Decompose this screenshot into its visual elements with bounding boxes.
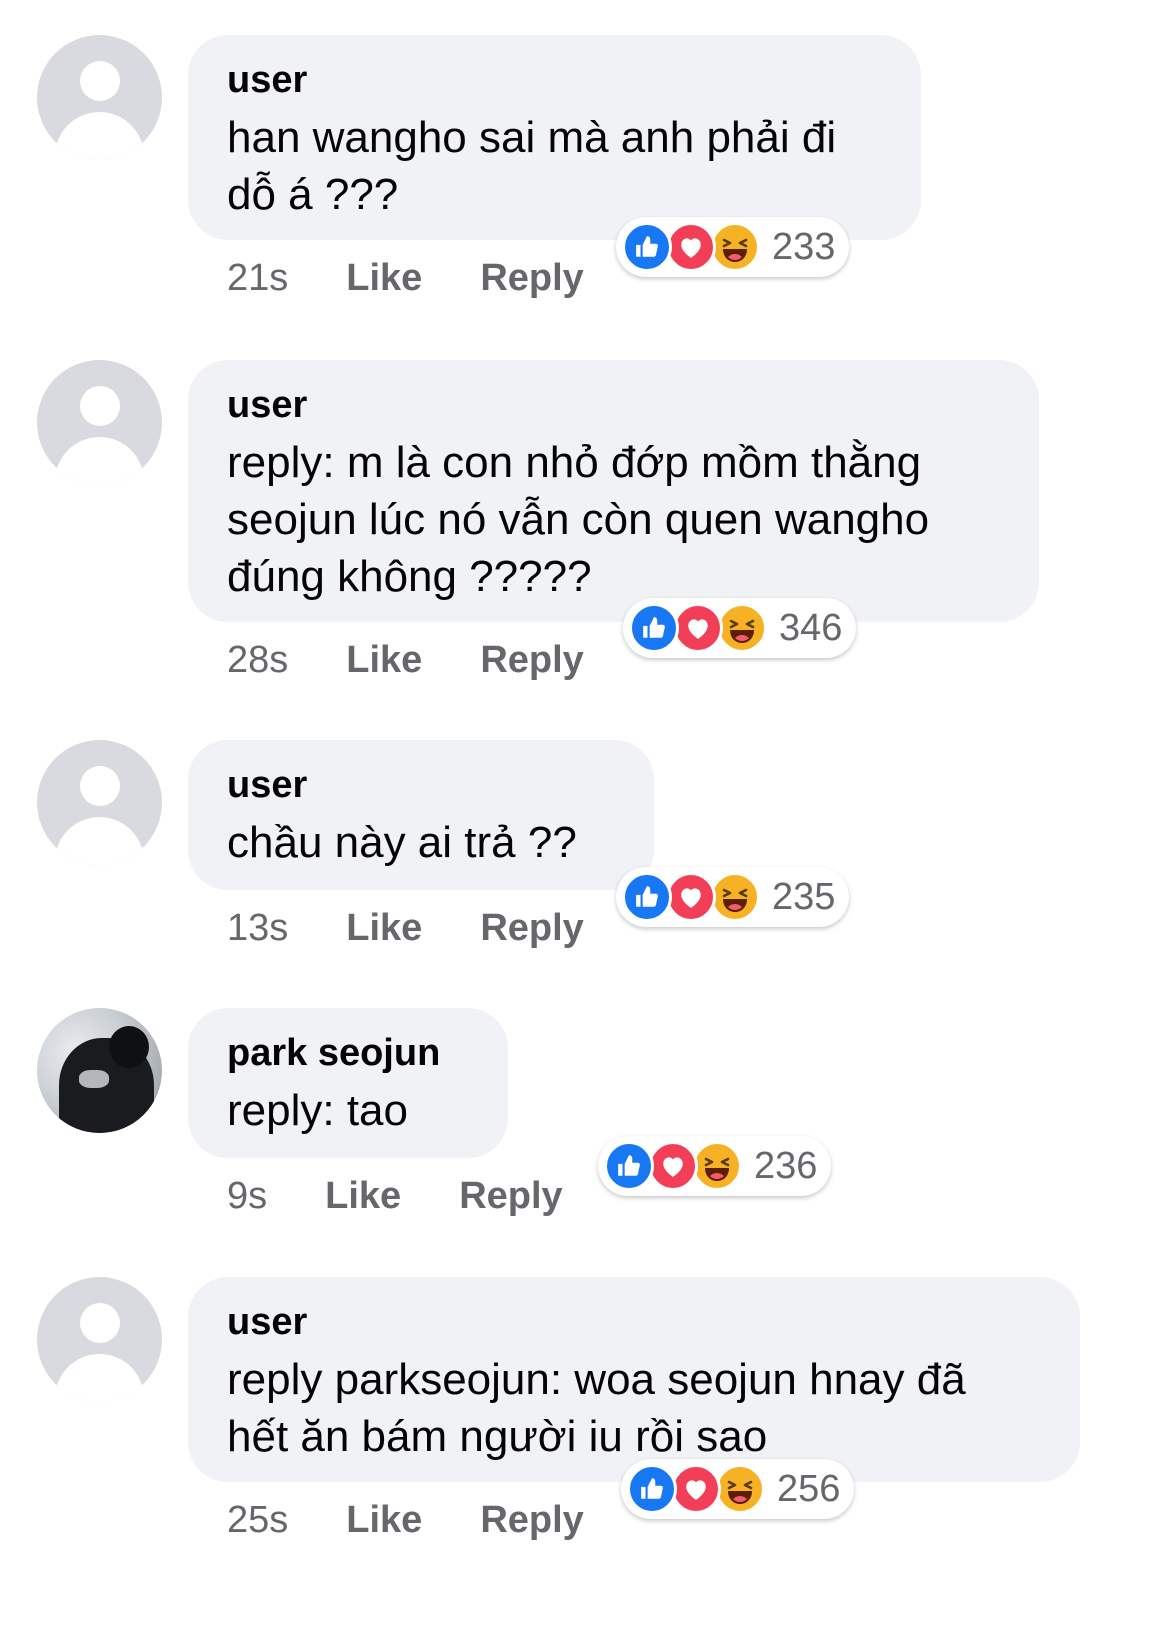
avatar[interactable] <box>37 35 162 160</box>
comment-text-line: reply parkseojun: woa seojun hnay đã <box>227 1355 966 1404</box>
comment-text-line: hết ăn bám người iu rồi sao <box>227 1412 768 1461</box>
love-icon <box>648 1141 698 1191</box>
reply-button[interactable]: Reply <box>480 905 583 951</box>
avatar-body-shape <box>55 112 144 160</box>
reactions-summary[interactable]: 256 <box>621 1459 855 1519</box>
reaction-count: 233 <box>772 226 836 268</box>
comment-actions: 25s Like Reply <box>227 1497 584 1543</box>
comment-text-line: reply: m là con nhỏ đớp mồm thằng <box>227 438 922 487</box>
avatar[interactable] <box>37 360 162 485</box>
avatar[interactable] <box>37 1277 162 1402</box>
haha-icon <box>715 1464 765 1514</box>
comment-author[interactable]: user <box>227 57 883 103</box>
avatar-body-shape <box>55 817 144 865</box>
reactions-summary[interactable]: 233 <box>616 217 850 277</box>
reaction-count: 346 <box>779 607 843 649</box>
avatar-head-shape <box>80 1303 120 1343</box>
like-icon <box>627 1464 677 1514</box>
comment-actions: 21s Like Reply <box>227 255 584 301</box>
reactions-summary[interactable]: 346 <box>623 598 857 658</box>
comment-timestamp[interactable]: 25s <box>227 1497 288 1543</box>
reactions-summary[interactable]: 235 <box>616 867 850 927</box>
comment-timestamp[interactable]: 21s <box>227 255 288 301</box>
haha-icon <box>710 872 760 922</box>
comment-timestamp[interactable]: 13s <box>227 905 288 951</box>
like-icon <box>629 603 679 653</box>
reactions-summary[interactable]: 236 <box>598 1136 832 1196</box>
reply-button[interactable]: Reply <box>480 1497 583 1543</box>
avatar-body-shape <box>55 437 144 485</box>
comment-text-line: han wangho sai mà anh phải đi <box>227 113 837 162</box>
reaction-count: 256 <box>777 1468 841 1510</box>
like-button[interactable]: Like <box>346 1497 422 1543</box>
comment-actions: 28s Like Reply <box>227 637 584 683</box>
comment-bubble: park seojun reply: tao <box>188 1008 508 1158</box>
avatar-photo-detail <box>79 1070 109 1088</box>
comment-text-line: seojun lúc nó vẫn còn quen wangho <box>227 495 930 544</box>
comment-text-line: reply: tao <box>227 1086 408 1135</box>
comment-actions: 9s Like Reply <box>227 1173 563 1219</box>
avatar-photo-head <box>109 1026 149 1068</box>
comment-text-line: dỗ á ??? <box>227 170 399 219</box>
comment-author[interactable]: user <box>227 382 1001 428</box>
reply-button[interactable]: Reply <box>480 255 583 301</box>
reply-button[interactable]: Reply <box>459 1173 562 1219</box>
love-icon <box>666 222 716 272</box>
comment-author[interactable]: park seojun <box>227 1030 470 1076</box>
comment-timestamp[interactable]: 9s <box>227 1173 267 1219</box>
comment-bubble: user reply parkseojun: woa seojun hnay đ… <box>188 1277 1080 1482</box>
like-icon <box>622 872 672 922</box>
love-icon <box>671 1464 721 1514</box>
like-button[interactable]: Like <box>346 637 422 683</box>
comment-text: reply: m là con nhỏ đớp mồm thằng seojun… <box>227 434 1001 605</box>
love-icon <box>673 603 723 653</box>
comment-bubble: user han wangho sai mà anh phải đi dỗ á … <box>188 35 921 240</box>
comment-text: han wangho sai mà anh phải đi dỗ á ??? <box>227 109 883 223</box>
love-icon <box>666 872 716 922</box>
comment-author[interactable]: user <box>227 1299 1042 1345</box>
avatar-head-shape <box>80 61 120 101</box>
like-button[interactable]: Like <box>325 1173 401 1219</box>
reaction-count: 235 <box>772 876 836 918</box>
comment-timestamp[interactable]: 28s <box>227 637 288 683</box>
comment-actions: 13s Like Reply <box>227 905 584 951</box>
haha-icon <box>717 603 767 653</box>
haha-icon <box>692 1141 742 1191</box>
like-button[interactable]: Like <box>346 255 422 301</box>
comment-text: reply parkseojun: woa seojun hnay đã hết… <box>227 1351 1042 1465</box>
like-button[interactable]: Like <box>346 905 422 951</box>
comment-text-line: chầu này ai trả ?? <box>227 818 577 867</box>
reply-button[interactable]: Reply <box>480 637 583 683</box>
avatar-body-shape <box>55 1354 144 1402</box>
comment-author[interactable]: user <box>227 762 616 808</box>
avatar[interactable] <box>37 740 162 865</box>
avatar-head-shape <box>80 766 120 806</box>
haha-icon <box>710 222 760 272</box>
avatar-head-shape <box>80 386 120 426</box>
comment-text: reply: tao <box>227 1082 470 1139</box>
like-icon <box>604 1141 654 1191</box>
comment-bubble: user reply: m là con nhỏ đớp mồm thằng s… <box>188 360 1039 622</box>
like-icon <box>622 222 672 272</box>
comment-bubble: user chầu này ai trả ?? <box>188 740 654 890</box>
avatar-photo[interactable] <box>37 1008 162 1133</box>
reaction-count: 236 <box>754 1145 818 1187</box>
comment-text-line: đúng không ????? <box>227 552 592 601</box>
comment-text: chầu này ai trả ?? <box>227 814 616 871</box>
